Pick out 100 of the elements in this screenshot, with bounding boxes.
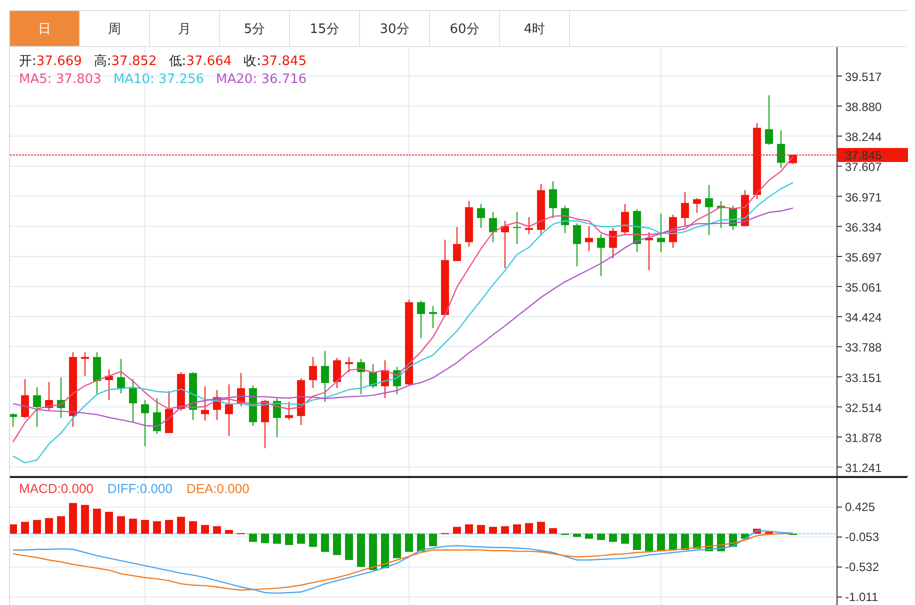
ref-line-label: 37.845 bbox=[845, 148, 882, 162]
candlestick bbox=[225, 384, 233, 436]
y-tick-label: 34.424 bbox=[845, 310, 882, 325]
candlestick bbox=[381, 360, 389, 399]
axis-tick-label: 32.514 bbox=[836, 400, 882, 415]
axis-tick-label: 36.971 bbox=[836, 190, 882, 204]
axis-tick-label: 33.788 bbox=[836, 340, 882, 355]
candlestick bbox=[213, 390, 221, 420]
candlestick bbox=[117, 358, 125, 394]
axis-tick-label: 33.151 bbox=[836, 370, 882, 385]
indicator-legend: MACD:0.000 bbox=[19, 481, 94, 497]
y-tick-label: -0.532 bbox=[845, 560, 880, 574]
candlestick bbox=[45, 382, 53, 412]
candlestick bbox=[357, 358, 365, 395]
y-tick-label: -1.011 bbox=[845, 590, 878, 604]
candlestick bbox=[561, 205, 569, 234]
candlestick bbox=[657, 213, 665, 253]
candlestick bbox=[189, 372, 197, 420]
axis-tick-label: 36.334 bbox=[836, 220, 882, 234]
axis-tick-label: 37.607 bbox=[836, 160, 882, 174]
candlestick bbox=[93, 352, 101, 396]
candlestick bbox=[333, 357, 341, 389]
moving-average-legend: MA20: 36.716 bbox=[216, 72, 307, 88]
y-tick-label: 38.244 bbox=[845, 130, 882, 144]
candlestick bbox=[477, 203, 485, 228]
y-tick-label: 33.788 bbox=[845, 340, 882, 355]
ohlc-label: 收: bbox=[244, 54, 262, 69]
candlestick bbox=[309, 356, 317, 389]
axis-tick-label: 35.697 bbox=[836, 250, 882, 264]
candlestick bbox=[777, 130, 785, 168]
y-tick-label: 35.061 bbox=[845, 280, 882, 295]
candlestick bbox=[465, 200, 473, 248]
candlestick bbox=[273, 398, 281, 438]
y-tick-label: 36.334 bbox=[845, 220, 882, 234]
y-tick-label: 33.151 bbox=[845, 370, 882, 385]
y-tick-label: -0.053 bbox=[845, 530, 880, 544]
candlestick bbox=[765, 94, 773, 146]
ohlc-value: 37.664 bbox=[186, 54, 232, 69]
candlestick bbox=[129, 378, 137, 423]
y-tick-label: 32.514 bbox=[845, 400, 882, 415]
candlestick bbox=[549, 180, 557, 219]
y-tick-label: 37.607 bbox=[845, 160, 882, 174]
candlestick bbox=[585, 226, 593, 252]
axis-tick-label: 31.241 bbox=[836, 461, 882, 476]
candlestick bbox=[177, 372, 185, 412]
ohlc-value: 37.845 bbox=[261, 54, 307, 69]
candlestick bbox=[537, 184, 545, 236]
indicator-legend: DIFF:0.000 bbox=[107, 481, 172, 497]
axis-tick-label: 35.061 bbox=[836, 280, 882, 295]
y-tick-label: 31.241 bbox=[845, 461, 882, 476]
axis-tick-label: -0.053 bbox=[836, 530, 880, 544]
axis-tick-label: -0.532 bbox=[836, 560, 880, 574]
candlestick bbox=[153, 398, 161, 434]
axis-tick-label: 38.244 bbox=[836, 130, 882, 144]
candlestick bbox=[573, 222, 581, 267]
candlestick bbox=[681, 192, 689, 227]
ohlc-label: 高: bbox=[94, 54, 112, 69]
candlestick bbox=[321, 350, 329, 402]
ohlc-label: 开: bbox=[19, 54, 36, 69]
candlestick bbox=[717, 200, 725, 228]
axis-tick-label: -1.011 bbox=[836, 590, 878, 604]
candlestick bbox=[669, 214, 677, 248]
y-tick-label: 38.880 bbox=[845, 100, 882, 114]
candlestick bbox=[33, 386, 41, 428]
candlestick bbox=[165, 390, 173, 434]
candlestick bbox=[621, 203, 629, 235]
candlestick bbox=[729, 205, 737, 230]
y-tick-label: 35.697 bbox=[845, 250, 882, 264]
candlestick bbox=[705, 184, 713, 236]
moving-average-legend: MA10: 37.256 bbox=[113, 72, 204, 88]
axis-tick-label: 31.878 bbox=[836, 430, 882, 445]
candlestick bbox=[597, 234, 605, 277]
candlestick bbox=[10, 412, 17, 428]
candlestick bbox=[393, 366, 401, 395]
candlestick bbox=[81, 352, 89, 376]
candlestick bbox=[513, 211, 521, 245]
candlestick bbox=[693, 198, 701, 214]
y-tick-label: 0.425 bbox=[845, 500, 876, 514]
ohlc-value: 37.852 bbox=[111, 54, 157, 69]
axis-tick-label: 34.424 bbox=[836, 310, 882, 325]
moving-average-legend: MA5: 37.803 bbox=[19, 72, 102, 88]
candlestick bbox=[345, 356, 353, 373]
axis-tick-label: 0.425 bbox=[836, 500, 876, 514]
axis-tick-label: 39.517 bbox=[836, 70, 882, 84]
last-price-tag: 37.845 bbox=[837, 148, 908, 162]
y-tick-label: 36.971 bbox=[845, 190, 882, 204]
candlestick bbox=[261, 399, 269, 449]
candlestick bbox=[429, 305, 437, 329]
axis-tick-label: 38.880 bbox=[836, 100, 882, 114]
y-tick-label: 31.878 bbox=[845, 430, 882, 445]
candlestick bbox=[141, 399, 149, 447]
candlestick bbox=[417, 300, 425, 339]
candlestick bbox=[369, 364, 377, 389]
y-tick-label: 39.517 bbox=[845, 70, 882, 84]
candlestick bbox=[645, 232, 653, 271]
candlestick bbox=[285, 401, 293, 420]
indicator-legend: DEA:0.000 bbox=[186, 481, 250, 497]
candlestick bbox=[453, 226, 461, 262]
candlestick bbox=[57, 376, 65, 418]
candlestick bbox=[201, 386, 209, 422]
